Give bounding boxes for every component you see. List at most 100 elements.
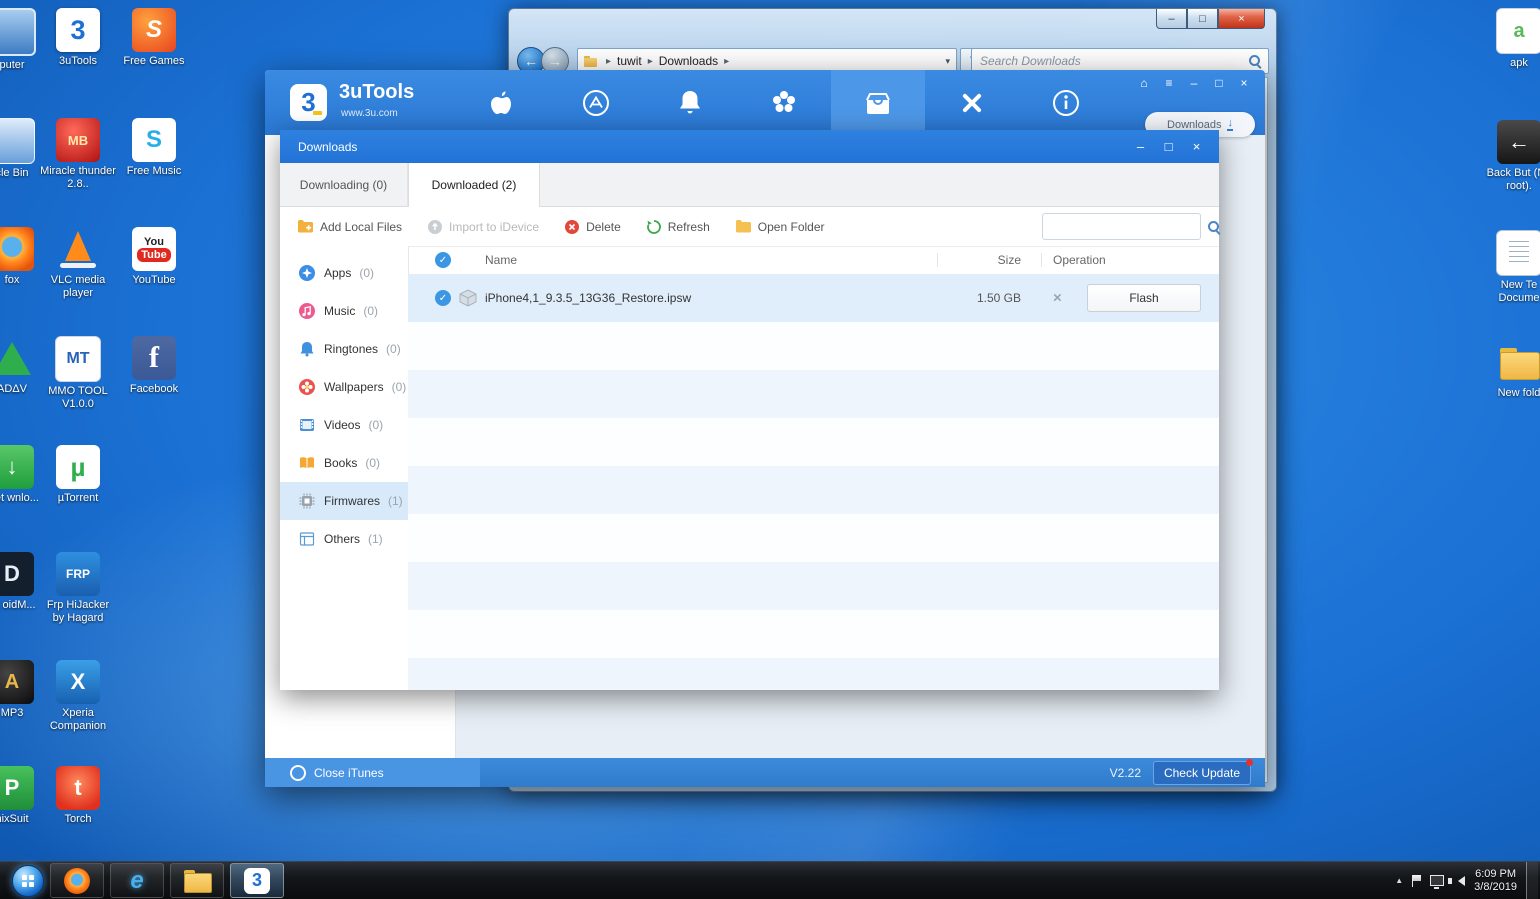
- tab-downloading[interactable]: Downloading (0): [280, 163, 408, 206]
- sidebar-item-firmwares[interactable]: Firmwares (1): [280, 482, 408, 520]
- maximize-icon[interactable]: □: [1212, 76, 1226, 90]
- desktop-icon-label: VLC media player: [50, 274, 106, 299]
- start-button[interactable]: [12, 864, 44, 897]
- nav-downloads[interactable]: [831, 70, 925, 135]
- mp3-icon: [0, 660, 34, 704]
- sidebar-item-books[interactable]: Books (0): [280, 444, 408, 482]
- desktop-icon-apk[interactable]: apk: [1481, 8, 1540, 70]
- desktop-icon-utorrent[interactable]: µTorrent: [40, 445, 116, 505]
- taskbar-item-internet-explorer[interactable]: e: [110, 863, 164, 898]
- sidebar-item-wallpapers[interactable]: Wallpapers (0): [280, 368, 408, 406]
- search-icon: [1207, 220, 1221, 234]
- desktop-icon-torch[interactable]: Torch: [40, 766, 116, 826]
- explorer-close-button[interactable]: ×: [1218, 9, 1265, 29]
- desktop-icon-3utools[interactable]: 3uTools: [40, 8, 116, 68]
- close-icon[interactable]: ×: [1237, 76, 1251, 90]
- row-checkbox[interactable]: ✓: [435, 290, 451, 306]
- remove-file-icon[interactable]: ×: [1053, 290, 1062, 307]
- home-icon[interactable]: ⌂: [1137, 76, 1151, 90]
- recycle-bin-icon: [0, 118, 35, 164]
- add-local-files-button[interactable]: Add Local Files: [297, 219, 402, 234]
- show-desktop-button[interactable]: [1526, 862, 1538, 899]
- volume-icon[interactable]: [1448, 875, 1466, 886]
- desktop-icon-miracle-thunder[interactable]: Miracle thunder 2.8..: [40, 118, 116, 191]
- update-notification-dot: [1246, 759, 1253, 766]
- dialog-title-bar[interactable]: Downloads – □ ×: [280, 130, 1219, 163]
- import-to-idevice-button[interactable]: Import to iDevice: [427, 219, 539, 235]
- back-arrow-icon: ←: [524, 53, 538, 69]
- column-header-size[interactable]: Size: [998, 253, 1021, 267]
- select-all-checkbox[interactable]: ✓: [435, 252, 451, 268]
- breadcrumb-item-root[interactable]: tuwit: [617, 54, 642, 68]
- phoenixsuit-icon: [0, 766, 34, 810]
- desktop-icon-free-games[interactable]: Free Games: [116, 8, 192, 68]
- desktop-icon-facebook[interactable]: Facebook: [116, 336, 192, 396]
- minimize-icon[interactable]: –: [1187, 76, 1201, 90]
- nav-appstore[interactable]: [549, 70, 643, 135]
- check-icon: ✓: [438, 292, 448, 304]
- taskbar-item-firefox[interactable]: [50, 863, 104, 898]
- address-dropdown-icon[interactable]: ▾: [945, 56, 950, 67]
- restore-icon[interactable]: □: [1162, 139, 1175, 154]
- dialog-sidebar: Apps (0) Music (0) Ringtones (0) Wallpap…: [280, 246, 409, 690]
- minimize-icon[interactable]: –: [1134, 139, 1147, 154]
- desktop-icon-free-music[interactable]: Free Music: [116, 118, 192, 178]
- taskbar-clock[interactable]: 6:09 PM 3/8/2019: [1474, 868, 1517, 894]
- explorer-maximize-button[interactable]: □: [1187, 9, 1218, 29]
- explorer-minimize-button[interactable]: –: [1156, 9, 1187, 29]
- delete-button[interactable]: Delete: [564, 219, 621, 235]
- sidebar-item-videos[interactable]: Videos (0): [280, 406, 408, 444]
- sidebar-item-music[interactable]: Music (0): [280, 292, 408, 330]
- utorrent-icon: [56, 445, 100, 489]
- desktop-icon-new-text-document[interactable]: New Te Docume: [1481, 230, 1540, 305]
- minimize-icon: –: [1168, 12, 1175, 25]
- tray-expand-icon[interactable]: ▲: [1395, 876, 1403, 885]
- desktop-icon-youtube[interactable]: You Tube: [116, 227, 192, 287]
- check-update-button[interactable]: Check Update: [1153, 759, 1253, 785]
- flash-button[interactable]: Flash: [1087, 284, 1201, 312]
- nav-idevice[interactable]: [455, 70, 549, 135]
- sidebar-item-apps[interactable]: Apps (0): [280, 254, 408, 292]
- firmware-package-icon: [459, 289, 477, 307]
- taskbar-item-3utools[interactable]: 3: [230, 863, 284, 898]
- refresh-button[interactable]: Refresh: [646, 219, 710, 235]
- dialog-search-box[interactable]: [1042, 213, 1219, 240]
- desktop-icon-new-folder[interactable]: New fold: [1481, 340, 1540, 400]
- table-row[interactable]: ✓ iPhone4,1_9.3.5_13G36_Restore.ipsw 1.5…: [408, 274, 1219, 322]
- network-icon[interactable]: [1430, 875, 1445, 889]
- nav-wallpapers[interactable]: [737, 70, 831, 135]
- desktop-icon-frp-hijacker[interactable]: Frp HiJacker by Hagard: [40, 552, 116, 625]
- desktop-icon-back-button[interactable]: Back But (No root).: [1481, 120, 1540, 193]
- sidebar-item-ringtones[interactable]: Ringtones (0): [280, 330, 408, 368]
- action-center-icon[interactable]: [1412, 874, 1422, 887]
- column-header-operation[interactable]: Operation: [1053, 253, 1106, 267]
- nav-toolbox[interactable]: [925, 70, 1019, 135]
- torch-icon: [56, 766, 100, 810]
- sidebar-item-others[interactable]: Others (1): [280, 520, 408, 558]
- desktop-icon-mmo-tool[interactable]: MMO TOOL V1.0.0: [40, 336, 116, 411]
- breadcrumb-item-downloads[interactable]: Downloads: [659, 54, 718, 68]
- nav-info[interactable]: [1019, 70, 1113, 135]
- frp-hijacker-icon: [56, 552, 100, 596]
- desktop-icon-vlc[interactable]: VLC media player: [40, 227, 116, 300]
- column-header-name[interactable]: Name: [485, 253, 517, 267]
- dialog-search-input[interactable]: [1048, 218, 1207, 235]
- add-local-files-label: Add Local Files: [320, 219, 403, 234]
- dialog-tabs: Downloading (0) Downloaded (2): [280, 163, 1219, 207]
- nav-notifications[interactable]: [643, 70, 737, 135]
- 3utools-icon: 3: [244, 867, 270, 894]
- delete-label: Delete: [586, 219, 621, 234]
- others-list-icon: [299, 532, 315, 546]
- close-itunes-button[interactable]: Close iTunes: [265, 758, 480, 787]
- taskbar-item-explorer[interactable]: [170, 863, 224, 898]
- downloads-box-icon: [866, 92, 890, 114]
- search-input[interactable]: [978, 53, 1248, 69]
- close-icon[interactable]: ×: [1190, 139, 1203, 154]
- sidebar-label: Wallpapers: [324, 380, 384, 394]
- desktop-icon-xperia-companion[interactable]: Xperia Companion: [40, 660, 116, 733]
- chevron-icon: ▸: [724, 55, 730, 67]
- menu-icon[interactable]: ≡: [1162, 76, 1176, 90]
- check-icon: ✓: [438, 254, 448, 266]
- tab-downloaded[interactable]: Downloaded (2): [408, 163, 540, 207]
- open-folder-button[interactable]: Open Folder: [735, 219, 825, 234]
